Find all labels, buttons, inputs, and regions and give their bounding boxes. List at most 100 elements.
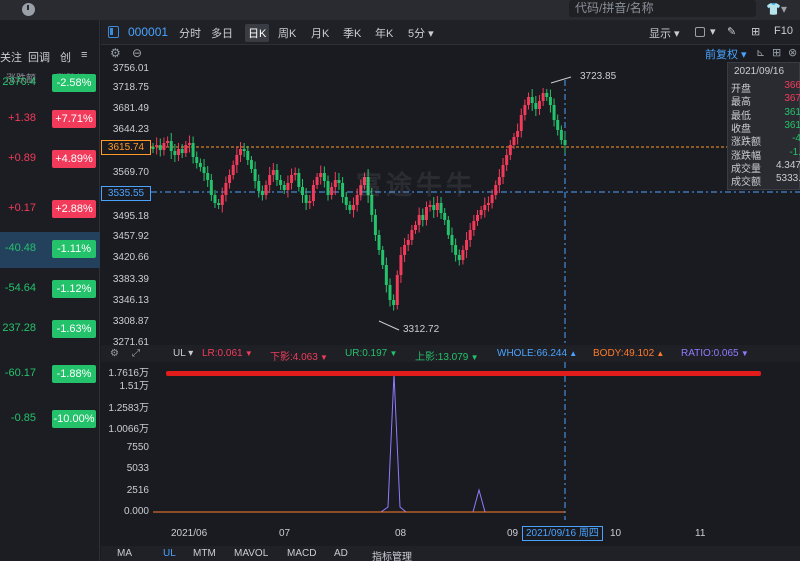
candle-body — [271, 170, 275, 175]
period-tab[interactable]: 日K — [245, 24, 270, 42]
indicator-value[interactable]: LR:0.061 ▼ — [202, 348, 253, 359]
candle-body — [384, 265, 388, 285]
candle-body — [508, 145, 512, 155]
menu-icon[interactable]: ≡ — [81, 49, 87, 61]
candle-body — [235, 155, 239, 165]
ohlc-info-panel: 2021/09/16 开盘 366 最高 367 最低 361 收盘 361 涨跌额 -4 涨跌幅 -… — [727, 62, 800, 190]
price-tick-label: 3718.75 — [112, 82, 149, 93]
candle-body — [249, 160, 253, 169]
row-percent-badge: +7.71% — [52, 110, 96, 128]
display-dropdown[interactable]: 显示 ▾ — [649, 25, 680, 41]
indicator-svg — [153, 362, 566, 520]
period-tab[interactable]: 分时 — [179, 25, 201, 41]
high-annotation: 3723.85 — [580, 71, 617, 82]
kline-chart[interactable]: ⚙ ⊖ 3756.01 3718.75 3681.49 3644.23 3569.70 3… — [101, 45, 800, 345]
candle-body — [166, 141, 170, 143]
candle-body — [501, 165, 505, 177]
watchlist-row[interactable]: +0.89 +4.89% — [0, 142, 100, 178]
minus-icon[interactable]: ⊖ — [132, 46, 142, 60]
watchlist-row[interactable]: -40.48 -1.11% — [0, 232, 100, 268]
indicator-value[interactable]: BODY:49.102 ▲ — [593, 348, 664, 359]
period-tab[interactable]: 季K — [343, 25, 361, 41]
indicator-value[interactable]: RATIO:0.065 ▼ — [681, 348, 749, 359]
skin-icon[interactable]: 👕▾ — [766, 2, 787, 16]
info-value: 361 — [784, 119, 800, 131]
indicator-tab[interactable]: AD — [334, 548, 348, 559]
watchlist-row[interactable]: -0.85 -10.00% — [0, 402, 100, 438]
adjust-dropdown[interactable]: 前复权 ▾ — [705, 46, 747, 62]
app-window: 代码/拼音/名称 👕▾ 关注 回调 创 ≡ 涨跌额 涨跌幅 2370.4-2.5… — [0, 0, 800, 561]
indicator-tab[interactable]: MA — [117, 548, 132, 559]
pen-icon[interactable]: ✎ — [727, 25, 736, 38]
period-tab[interactable]: 5分 ▾ — [408, 25, 434, 41]
row-amount: +0.17 — [8, 202, 36, 214]
info-value: 367 — [784, 93, 800, 105]
candle-body — [497, 177, 501, 185]
candle-body — [381, 250, 385, 265]
indicator-tab[interactable]: MACD — [287, 548, 316, 559]
watermark-logo: 富途牛牛 — [356, 170, 477, 200]
period-tab[interactable]: 年K — [375, 25, 393, 41]
chart-scale-icon[interactable]: ⊾ — [756, 46, 765, 59]
indicator-tab[interactable]: MTM — [193, 548, 216, 559]
candle-body — [155, 145, 159, 147]
display-checkbox[interactable] — [695, 27, 705, 37]
indicator-tab[interactable]: UL — [163, 548, 176, 559]
row-amount: +1.38 — [8, 112, 36, 124]
watchlist-row[interactable]: -54.64 -1.12% — [0, 272, 100, 308]
period-tab[interactable]: 多日 — [211, 25, 233, 41]
indicator-name-dropdown[interactable]: UL ▾ — [173, 348, 193, 359]
low-annotation: 3312.72 — [403, 324, 440, 335]
layout-icon[interactable]: ⊞ — [751, 25, 760, 38]
search-input[interactable]: 代码/拼音/名称 — [569, 0, 756, 17]
indicator-value[interactable]: 下影:4.063 ▼ — [270, 348, 328, 363]
candle-body — [530, 97, 534, 103]
candle-body — [414, 225, 418, 230]
tab-watch[interactable]: 关注 — [0, 49, 22, 65]
high-marker-line — [550, 76, 572, 84]
candle-body — [162, 143, 166, 150]
tab-pullback[interactable]: 回调 — [28, 49, 50, 65]
indicator-tab[interactable]: 指标管理 — [372, 548, 412, 561]
indicator-tab[interactable]: MAVOL — [234, 548, 268, 559]
watchlist-row[interactable]: 2370.4 -2.58% — [0, 66, 100, 102]
chart-type-icon[interactable]: ⊞ — [772, 46, 781, 59]
candle-body — [246, 151, 250, 160]
indicator-value[interactable]: 上影:13.079 ▼ — [415, 348, 479, 363]
indicator-value[interactable]: UR:0.197 ▼ — [345, 348, 397, 359]
indicator-gear-icon[interactable]: ⚙ — [110, 348, 119, 359]
indicator-tick-label: 5033 — [126, 463, 149, 474]
candle-body — [260, 191, 264, 195]
clock-icon[interactable] — [22, 3, 35, 16]
stock-code[interactable]: 000001 — [128, 25, 168, 39]
f10-button[interactable]: F10 — [774, 25, 793, 37]
candle-body — [195, 157, 199, 163]
period-tab[interactable]: 月K — [311, 25, 329, 41]
candle-body — [202, 167, 206, 173]
indicator-expand-icon[interactable]: ⤢ — [132, 348, 140, 359]
candle-body — [410, 230, 414, 240]
watchlist-row[interactable]: -60.17 -1.88% — [0, 357, 100, 393]
x-tick-label: 09 — [507, 528, 519, 539]
checkbox-dropdown-icon[interactable]: ▾ — [710, 25, 716, 38]
watchlist-row[interactable]: +0.17 +2.88% — [0, 192, 100, 228]
indicator-tick-label: 1.0066万 — [108, 424, 149, 435]
candle-body — [523, 105, 527, 115]
indicator-value[interactable]: WHOLE:66.244 ▲ — [497, 348, 577, 359]
period-tab[interactable]: 周K — [278, 25, 296, 41]
sidebar-toggle-icon[interactable] — [108, 26, 119, 38]
watchlist-row[interactable]: +1.38 +7.71% — [0, 102, 100, 138]
info-row: 涨跌幅 -1. — [731, 147, 800, 162]
candle-body — [494, 185, 498, 195]
candle-body — [446, 220, 450, 235]
candle-body — [417, 215, 421, 225]
candle-body — [180, 149, 184, 153]
indicator-chart[interactable]: 1.7616万 1.51万 1.2583万 1.0066万 7550 5033 2516 0.… — [101, 362, 800, 520]
expand-icon[interactable]: ⊗ — [788, 46, 797, 59]
watchlist-row[interactable]: 237.28 -1.63% — [0, 312, 100, 348]
candle-body — [187, 143, 191, 145]
tab-chuang[interactable]: 创 — [60, 49, 71, 65]
candle-body — [537, 101, 541, 109]
candle-body — [548, 97, 552, 105]
gear-icon[interactable]: ⚙ — [110, 46, 121, 60]
